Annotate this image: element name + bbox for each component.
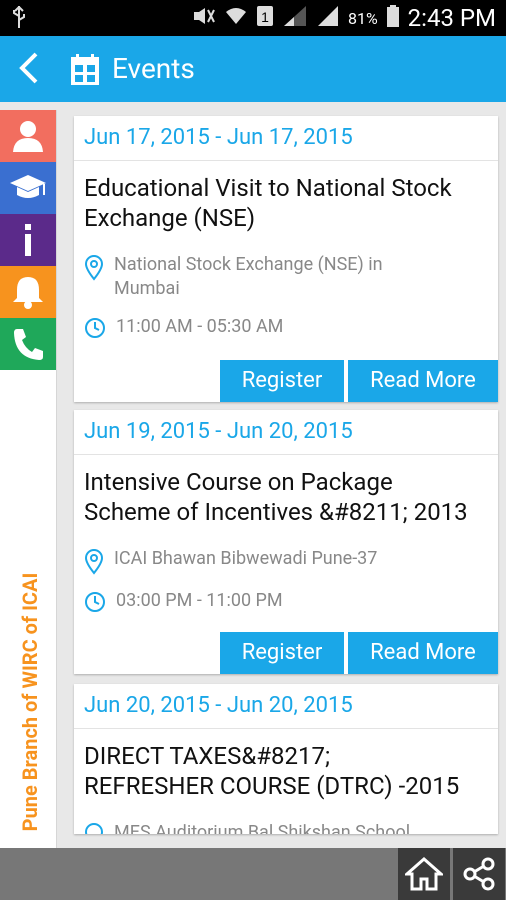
app-bar: Events — [0, 36, 506, 102]
event-venue: ICAI Bhawan Bibwewadi Pune-37 — [74, 547, 498, 575]
event-time-text: 11:00 AM - 05:30 AM — [116, 316, 284, 337]
svg-text:1: 1 — [261, 9, 269, 25]
calendar-icon — [70, 54, 100, 86]
home-icon — [405, 857, 443, 891]
event-card[interactable]: Jun 19, 2015 - Jun 20, 2015 Intensive Co… — [74, 410, 498, 674]
chevron-left-icon — [19, 52, 38, 84]
usb-icon — [12, 5, 26, 33]
wifi-icon — [224, 6, 248, 30]
event-title: DIRECT TAXES&#8217; REFRESHER COURSE (DT… — [74, 729, 498, 801]
mute-icon — [192, 6, 216, 30]
status-bar: 1 81% 2:43 PM — [0, 0, 506, 36]
event-title-line: Scheme of Incentives &#8211; 2013 — [84, 498, 468, 526]
event-actions: Register Read More — [220, 360, 498, 402]
battery-icon — [386, 5, 400, 31]
event-time: 11:00 AM - 05:30 AM — [74, 315, 498, 339]
event-title-line: Intensive Course on Package — [84, 468, 393, 496]
event-venue: National Stock Exchange (NSE) in Mumbai — [74, 253, 498, 301]
side-item-contact[interactable] — [0, 318, 56, 370]
event-time-text: 03:00 PM - 11:00 PM — [116, 590, 283, 611]
share-button[interactable] — [453, 848, 505, 900]
register-button[interactable]: Register — [220, 632, 344, 674]
back-button[interactable] — [14, 50, 44, 86]
event-actions: Register Read More — [220, 632, 498, 674]
signal-icon — [282, 6, 308, 30]
side-item-info[interactable] — [0, 214, 56, 266]
clock-icon — [85, 592, 105, 612]
bottom-bar — [0, 848, 506, 900]
event-venue: MES Auditorium Bal Shikshan School — [74, 821, 498, 834]
event-date: Jun 19, 2015 - Jun 20, 2015 — [74, 410, 498, 455]
event-venue-line: MES Auditorium Bal Shikshan School — [114, 822, 411, 834]
page-title: Events — [112, 52, 195, 85]
event-venue-line: National Stock Exchange (NSE) in — [114, 254, 383, 275]
location-pin-icon — [84, 823, 104, 834]
event-title-line: REFRESHER COURSE (DTRC) -2015 — [84, 772, 460, 800]
side-item-education[interactable] — [0, 162, 56, 214]
graduation-cap-icon — [10, 175, 46, 198]
branch-vertical-label: Pune Branch of WIRC of ICAI — [18, 572, 42, 832]
event-title-line: DIRECT TAXES&#8217; — [84, 742, 331, 770]
side-menu: Pune Branch of WIRC of ICAI — [0, 110, 57, 848]
event-card[interactable]: Jun 17, 2015 - Jun 17, 2015 Educational … — [74, 116, 498, 402]
profile-icon — [13, 121, 43, 152]
battery-percent: 81% — [347, 8, 378, 28]
event-venue-line: Mumbai — [114, 278, 180, 299]
clock-icon — [85, 318, 105, 338]
signal-2-icon — [316, 6, 340, 30]
info-icon — [25, 224, 31, 256]
event-title-line: Exchange (NSE) — [84, 204, 256, 232]
event-time: 03:00 PM - 11:00 PM — [74, 589, 498, 613]
location-pin-icon — [84, 549, 104, 575]
event-venue-line: ICAI Bhawan Bibwewadi Pune-37 — [114, 548, 378, 569]
event-title: Intensive Course on Package Scheme of In… — [74, 455, 498, 527]
sim-icon: 1 — [256, 5, 274, 31]
phone-icon — [14, 329, 43, 360]
home-button[interactable] — [398, 848, 450, 900]
event-card[interactable]: Jun 20, 2015 - Jun 20, 2015 DIRECT TAXES… — [74, 684, 498, 834]
clock: 2:43 PM — [407, 4, 496, 32]
share-icon — [463, 857, 495, 891]
event-date: Jun 17, 2015 - Jun 17, 2015 — [74, 116, 498, 161]
side-item-profile[interactable] — [0, 110, 56, 162]
location-pin-icon — [84, 255, 104, 281]
bell-icon — [13, 277, 43, 309]
event-title: Educational Visit to National Stock Exch… — [74, 161, 498, 233]
event-date: Jun 20, 2015 - Jun 20, 2015 — [74, 684, 498, 729]
side-item-notifications[interactable] — [0, 266, 56, 318]
register-button[interactable]: Register — [220, 360, 344, 402]
read-more-button[interactable]: Read More — [348, 360, 498, 402]
read-more-button[interactable]: Read More — [348, 632, 498, 674]
event-title-line: Educational Visit to National Stock — [84, 174, 452, 202]
